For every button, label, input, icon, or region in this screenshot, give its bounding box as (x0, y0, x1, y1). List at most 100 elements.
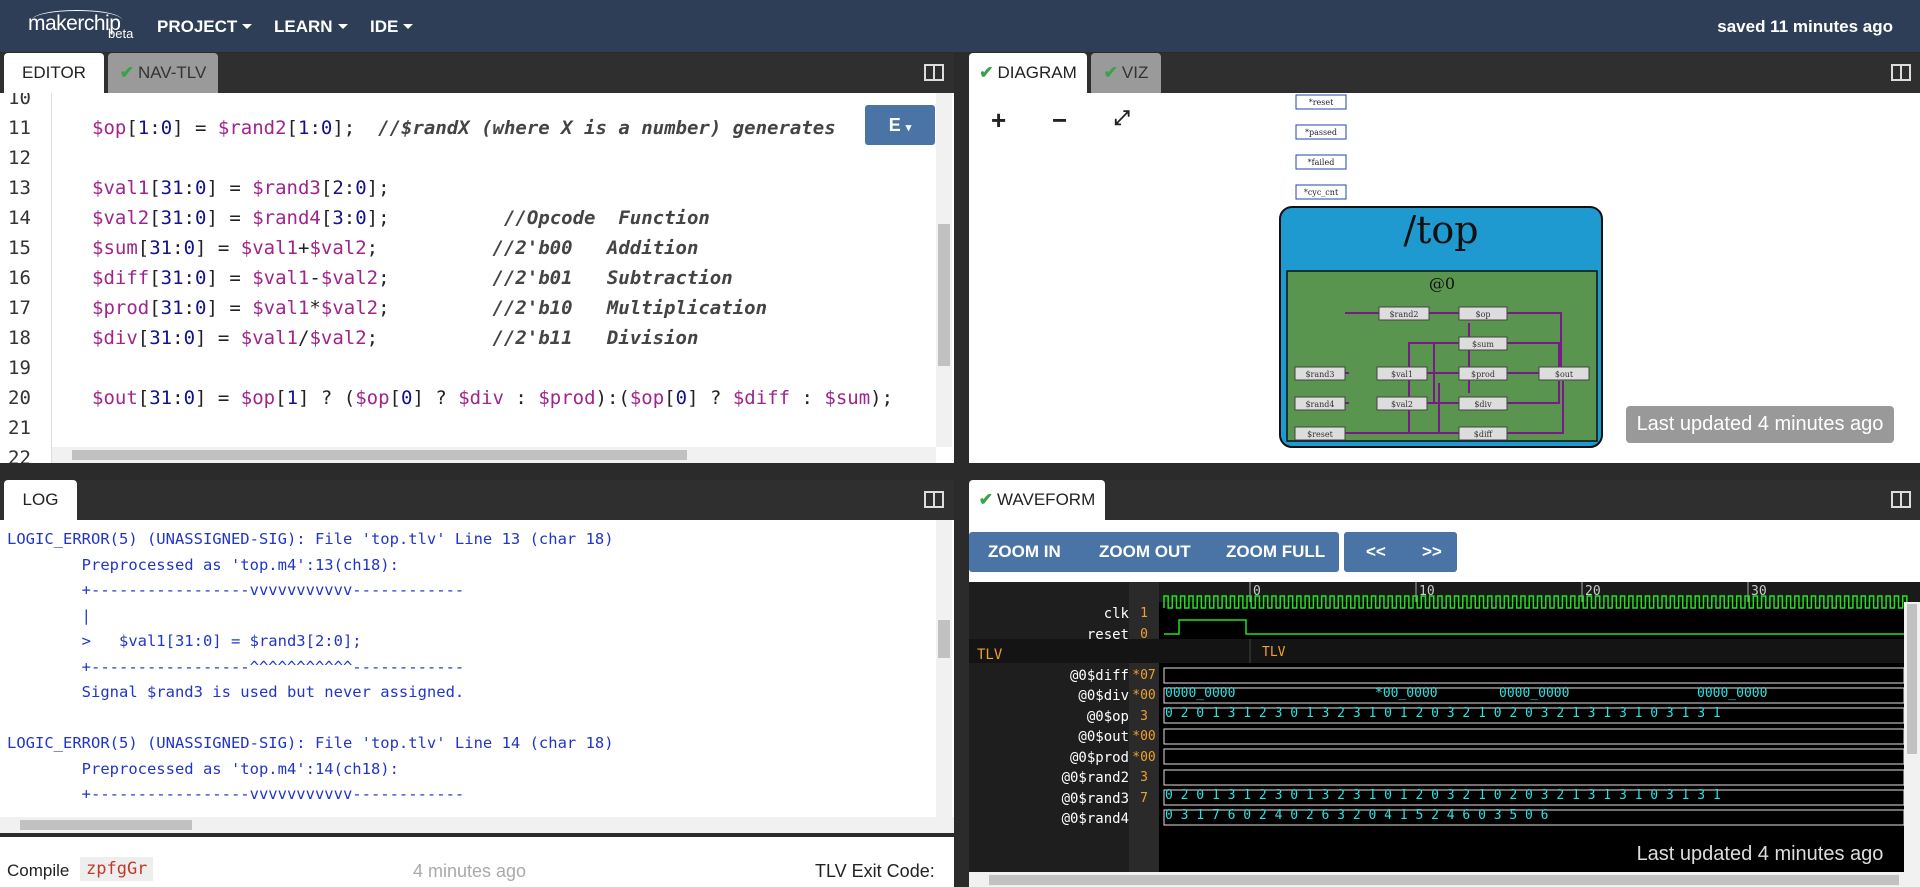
log-line: LOGIC_ERROR(5) (UNASSIGNED-SIG): File 't… (7, 734, 614, 752)
node-val1: $val1 (1391, 370, 1413, 379)
code-line[interactable]: 11 $op[1:0] = $rand2[1:0]; //$randX (wher… (0, 113, 940, 143)
line-number: 19 (8, 357, 31, 379)
node-rand4: $rand4 (1305, 400, 1334, 409)
signal-value: 3 (1140, 770, 1148, 785)
ide-menu[interactable]: IDE (370, 17, 414, 37)
div-value-0: 0000_0000 (1165, 686, 1235, 701)
code-line[interactable]: 15 $sum[31:0] = $val1+$val2; //2'b00 Addi… (0, 233, 940, 263)
signal-value: *00 (1132, 749, 1156, 765)
line-number: 14 (8, 207, 31, 229)
code-line[interactable]: 18 $div[31:0] = $val1/$val2; //2'b11 Divi… (0, 323, 940, 353)
signal-name-list: clk 1 reset 0 TLV @0$diff *07 @0$div *00 @0$op 3 @0… (969, 582, 1169, 872)
log-tabstrip (0, 480, 954, 520)
split-pane-icon[interactable] (1891, 491, 1911, 508)
log-vertical-scrollbar[interactable] (936, 520, 952, 820)
line-number: 21 (8, 417, 31, 439)
line-number: 22 (8, 447, 31, 463)
diagram-last-updated: Last updated 4 minutes ago (1626, 406, 1894, 443)
tab-log[interactable]: LOG (4, 480, 77, 520)
signal-name[interactable]: clk (969, 606, 1129, 622)
log-line: Signal $rand3 is used but never assigned… (7, 683, 465, 701)
split-pane-icon[interactable] (924, 491, 944, 508)
zoom-toolbar: ZOOM IN ZOOM OUT ZOOM FULL (969, 532, 1339, 572)
signal-value: 3 (1140, 708, 1148, 724)
line-text: $val1[31:0] = $rand3[2:0]; (92, 177, 390, 199)
signal-name[interactable]: @0$rand4 (969, 811, 1129, 827)
line-number: 20 (8, 387, 31, 409)
editor-vertical-scrollbar[interactable] (936, 93, 952, 447)
logo-text: makerchip (28, 12, 121, 35)
node-diff: $diff (1474, 430, 1494, 439)
learn-menu[interactable]: LEARN (274, 17, 348, 37)
signal-value: *00 (1132, 688, 1156, 703)
div-value-1: *00_0000 (1375, 686, 1438, 701)
check-icon: ✔ (979, 63, 994, 82)
scroll-right-button[interactable]: >> (1422, 532, 1442, 572)
signal-value: 7 (1140, 790, 1148, 806)
div-value-2: 0000_0000 (1499, 686, 1569, 701)
chevron-down-icon (337, 24, 348, 29)
signal-name[interactable]: @0$out (969, 729, 1129, 745)
zoom-out-button[interactable]: ZOOM OUT (1099, 532, 1191, 572)
compile-time: 4 minutes ago (413, 861, 527, 881)
check-icon: ✔ (978, 490, 994, 509)
code-line[interactable]: 13 $val1[31:0] = $rand3[2:0]; (0, 173, 940, 203)
scroll-left-button[interactable]: << (1366, 532, 1386, 572)
signal-value: *00 (1132, 729, 1156, 744)
signal-name[interactable]: @0$rand2 (969, 770, 1129, 786)
signal-value: *07 (1132, 667, 1156, 683)
signal-name[interactable]: @0$op (969, 709, 1129, 725)
tlv-scope-label: TLV (1262, 645, 1286, 660)
line-text: $out[31:0] = $op[1] ? ($op[0] ? $div : $… (92, 387, 894, 409)
line-number: 18 (8, 327, 31, 349)
waveform-last-updated: Last updated 4 minutes ago (1636, 843, 1884, 865)
tab-editor[interactable]: EDITOR (4, 53, 104, 93)
split-pane-icon[interactable] (924, 64, 944, 81)
zoom-in-button[interactable]: ZOOM IN (988, 532, 1061, 572)
code-line[interactable]: 21 (0, 413, 940, 443)
tab-diagram[interactable]: ✔ DIAGRAM (969, 53, 1087, 93)
node-sum: $sum (1472, 340, 1494, 349)
signal-name[interactable]: @0$rand3 (969, 791, 1129, 807)
code-line[interactable]: 12 (0, 143, 940, 173)
compile-status-bar: Compile zpfgGr 4 minutes ago TLV Exit Co… (0, 837, 954, 887)
tab-waveform[interactable]: ✔ WAVEFORM (969, 480, 1105, 520)
line-number: 15 (8, 237, 31, 259)
div-value-3: 0000_0000 (1697, 686, 1767, 701)
log-pane[interactable]: LOGIC_ERROR(5) (UNASSIGNED-SIG): File 't… (0, 520, 954, 820)
line-text: $val2[31:0] = $rand4[3:0]; //Opcode Func… (92, 207, 710, 229)
compile-id[interactable]: zpfgGr (80, 857, 154, 881)
code-line[interactable]: 17 $prod[31:0] = $val1*$val2; //2'b10 Mul… (0, 293, 940, 323)
signal-name[interactable]: @0$prod (969, 750, 1129, 766)
signal-name[interactable]: reset (969, 627, 1129, 643)
project-menu[interactable]: PROJECT (157, 17, 253, 37)
code-editor[interactable]: 10 11 $op[1:0] = $rand2[1:0]; //$randX (wh… (0, 93, 954, 463)
stage-box (1286, 270, 1598, 442)
node-val2: $val2 (1391, 400, 1413, 409)
split-pane-icon[interactable] (1891, 64, 1911, 81)
code-line[interactable]: 10 (0, 93, 940, 113)
line-text: $op[1:0] = $rand2[1:0]; //$randX (where … (92, 117, 836, 139)
line-number: 13 (8, 177, 31, 199)
log-line: | (7, 606, 91, 625)
node-rand3: $rand3 (1305, 370, 1334, 379)
code-line[interactable]: 16 $diff[31:0] = $val1-$val2; //2'b01 Sub… (0, 263, 940, 293)
makerchip-logo[interactable]: makerchip beta (28, 10, 138, 44)
tab-nav-tlv[interactable]: ✔ NAV-TLV (108, 53, 218, 93)
editor-mode-button[interactable]: E ▾ (865, 105, 935, 145)
diagram-pane[interactable]: + − ⤢ *reset *passed *failed *cyc_cnt /t… (969, 93, 1920, 463)
zoom-full-button[interactable]: ZOOM FULL (1226, 532, 1325, 572)
signal-name[interactable]: @0$div (969, 688, 1129, 704)
log-horizontal-scrollbar[interactable] (0, 817, 954, 833)
code-line[interactable]: 14 $val2[31:0] = $rand4[3:0]; //Opcode Fu… (0, 203, 940, 233)
check-icon: ✔ (1103, 63, 1118, 82)
log-line: LOGIC_ERROR(5) (UNASSIGNED-SIG): File 't… (7, 530, 614, 548)
signal-name[interactable]: @0$diff (969, 668, 1129, 684)
op-values: 0 2 0 1 3 1 2 3 0 1 3 2 3 1 0 1 2 0 3 2 … (1165, 706, 1721, 721)
tlv-exit-code: TLV Exit Code: (815, 861, 935, 881)
signal-name[interactable]: TLV (977, 647, 1137, 663)
code-line[interactable]: 19 (0, 353, 940, 383)
code-line[interactable]: 20 $out[31:0] = $op[1] ? ($op[0] ? $div :… (0, 383, 940, 413)
tab-viz[interactable]: ✔ VIZ (1091, 53, 1161, 93)
editor-horizontal-scrollbar[interactable] (52, 447, 936, 463)
